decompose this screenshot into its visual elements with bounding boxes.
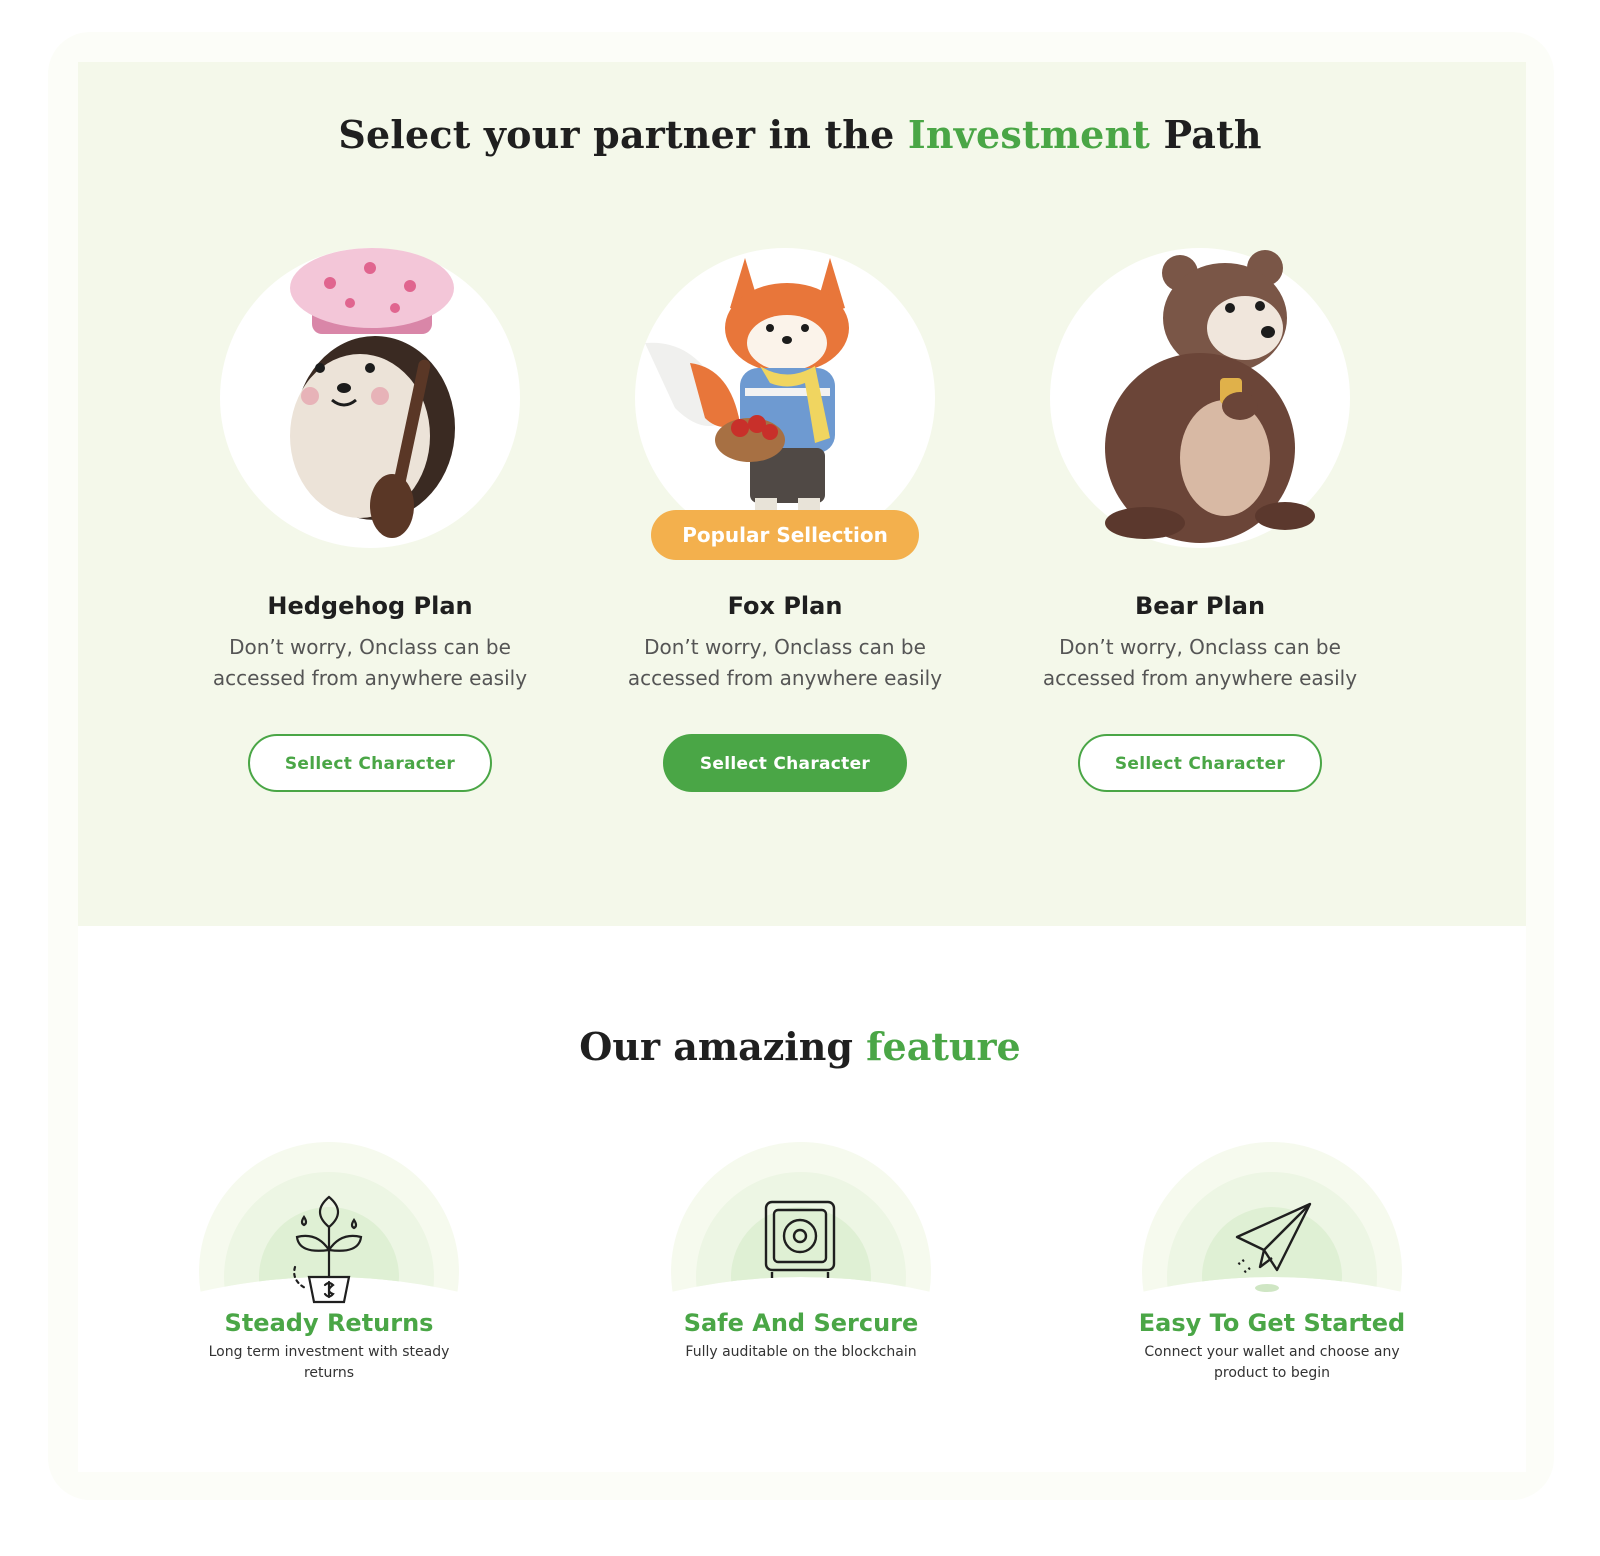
feature-halo (199, 1142, 459, 1312)
feature-safe-and-secure: Safe And Sercure Fully auditable on the … (651, 1142, 951, 1363)
plan-description: Don’t worry, Onclass can be accessed fro… (627, 635, 943, 690)
select-character-button[interactable]: Sellect Character (1078, 734, 1322, 792)
plan-description: Don’t worry, Onclass can be accessed fro… (1042, 635, 1358, 690)
feature-steady-returns: Steady Returns Long term investment with… (179, 1142, 479, 1384)
feature-title: Steady Returns (224, 1309, 434, 1337)
heading-accent: feature (866, 1024, 1021, 1069)
feature-description: Long term investment with steady returns (208, 1344, 450, 1381)
bear-illustration (1050, 248, 1350, 548)
feature-halo (671, 1142, 931, 1312)
paper-plane-icon (1235, 1202, 1312, 1292)
select-character-button[interactable]: Sellect Character (248, 734, 492, 792)
fox-illustration: Popular Sellection (635, 248, 935, 560)
heading-accent: Investment (907, 112, 1151, 157)
feature-easy-to-get-started: Easy To Get Started Connect your wallet … (1122, 1142, 1422, 1384)
plan-card-bear: Bear Plan Don’t worry, Onclass can be ac… (990, 248, 1410, 792)
plans-heading: Select your partner in the Investment Pa… (338, 112, 1262, 157)
feature-halo (1142, 1142, 1402, 1312)
plant-pot-dollar-icon (293, 1195, 363, 1304)
feature-title: Easy To Get Started (1138, 1309, 1406, 1337)
popular-badge: Popular Sellection (651, 510, 919, 560)
plan-card-hedgehog: Hedgehog Plan Don’t worry, Onclass can b… (160, 248, 580, 792)
plan-title: Hedgehog Plan (267, 592, 473, 620)
safe-vault-icon (764, 1200, 836, 1278)
select-character-button[interactable]: Sellect Character (663, 734, 907, 792)
features-heading: Our amazing feature (579, 1024, 1021, 1069)
plan-title: Fox Plan (727, 592, 843, 620)
plan-title: Bear Plan (1134, 592, 1266, 620)
hedgehog-illustration (220, 248, 520, 548)
plan-description: Don’t worry, Onclass can be accessed fro… (212, 635, 528, 690)
feature-title: Safe And Sercure (683, 1309, 919, 1337)
plan-card-fox: Popular Sellection Fox Plan Don’t worry,… (575, 248, 995, 792)
feature-description: Fully auditable on the blockchain (685, 1344, 917, 1360)
feature-description: Connect your wallet and choose any produ… (1144, 1344, 1400, 1381)
